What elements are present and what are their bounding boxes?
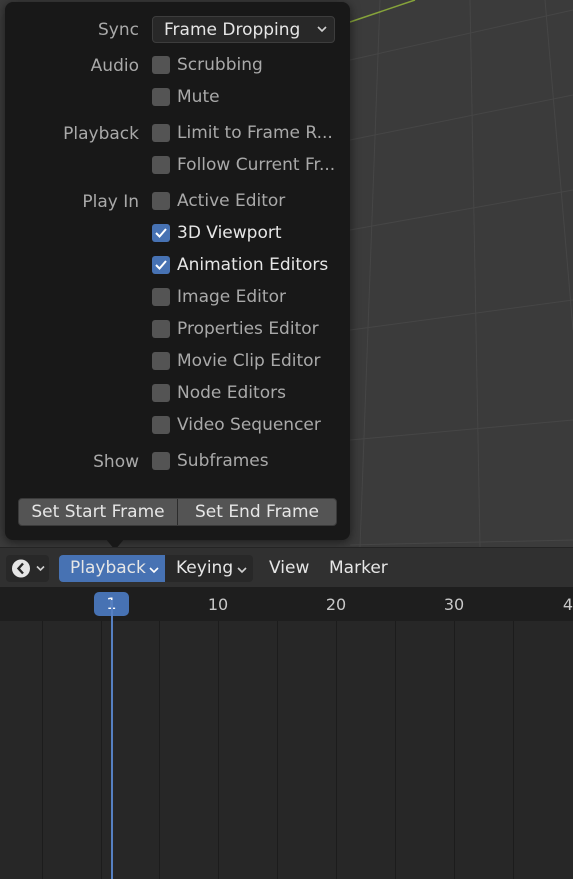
playback-menu[interactable]: Playback — [59, 555, 165, 582]
ruler-tick-label: 20 — [325, 595, 347, 614]
checkbox-label: Movie Clip Editor — [177, 351, 321, 371]
checkbox-label: Mute — [177, 87, 220, 107]
checkbox-box[interactable] — [152, 88, 170, 106]
checkbox-mute[interactable]: Mute — [152, 87, 342, 109]
checkbox-box[interactable] — [152, 192, 170, 210]
playback-menu-label: Playback — [70, 558, 146, 578]
editor-type-button[interactable] — [6, 555, 49, 582]
timeline-area[interactable] — [0, 621, 573, 879]
checkbox-box[interactable] — [152, 288, 170, 306]
frame-gridline — [159, 621, 160, 879]
checkbox-box[interactable] — [152, 452, 170, 470]
frame-gridline — [513, 621, 514, 879]
play-in-label: Play In — [82, 192, 139, 212]
ruler-tick-label: 4 — [562, 595, 573, 614]
sync-label: Sync — [98, 20, 139, 40]
chevron-down-icon — [237, 567, 247, 574]
checkbox-scrubbing[interactable]: Scrubbing — [152, 55, 342, 77]
checkbox-subframes[interactable]: Subframes — [152, 451, 342, 473]
frame-gridline — [101, 621, 102, 879]
show-label: Show — [93, 452, 139, 472]
checkbox-box[interactable] — [152, 256, 170, 274]
checkbox-label: Limit to Frame R... — [177, 123, 333, 143]
checkbox-box[interactable] — [152, 124, 170, 142]
checkbox-properties-editor[interactable]: Properties Editor — [152, 319, 342, 341]
playhead-line[interactable] — [111, 600, 113, 879]
frame-gridline — [218, 621, 219, 879]
checkbox-box[interactable] — [152, 416, 170, 434]
checkbox-label: Active Editor — [177, 191, 286, 211]
checkbox-3d-viewport[interactable]: 3D Viewport — [152, 223, 342, 245]
checkbox-video-sequencer[interactable]: Video Sequencer — [152, 415, 342, 437]
marker-menu[interactable]: Marker — [329, 555, 388, 582]
frame-ruler[interactable]: 10 20 30 4 1 — [0, 587, 573, 621]
keying-menu-label: Keying — [176, 558, 234, 578]
set-start-frame-button[interactable]: Set Start Frame — [19, 499, 177, 525]
ruler-tick-label: 30 — [443, 595, 465, 614]
ruler-tick-label: 10 — [207, 595, 229, 614]
frame-gridline — [42, 621, 43, 879]
checkbox-label: Scrubbing — [177, 55, 263, 75]
checkbox-image-editor[interactable]: Image Editor — [152, 287, 342, 309]
checkbox-box[interactable] — [152, 384, 170, 402]
x-axis-line — [349, 0, 416, 23]
frame-gridline — [395, 621, 396, 879]
checkbox-label: Image Editor — [177, 287, 286, 307]
clock-icon — [12, 559, 45, 578]
keying-menu[interactable]: Keying — [165, 555, 253, 582]
chevron-down-icon — [149, 567, 159, 574]
set-end-frame-button[interactable]: Set End Frame — [178, 499, 336, 525]
frame-gridline — [454, 621, 455, 879]
checkbox-movie-clip-editor[interactable]: Movie Clip Editor — [152, 351, 342, 373]
playback-label: Playback — [63, 124, 139, 144]
frame-gridline — [277, 621, 278, 879]
checkbox-label: Follow Current Fr... — [177, 155, 336, 175]
checkbox-follow-current-frame[interactable]: Follow Current Fr... — [152, 155, 342, 177]
checkmark-icon — [155, 228, 167, 238]
sync-dropdown[interactable]: Frame Dropping — [152, 16, 335, 43]
view-menu[interactable]: View — [269, 555, 309, 582]
frame-range-buttons: Set Start Frame Set End Frame — [18, 498, 337, 526]
checkbox-box[interactable] — [152, 352, 170, 370]
frame-gridline — [336, 621, 337, 879]
checkbox-label: 3D Viewport — [177, 223, 282, 243]
checkbox-node-editors[interactable]: Node Editors — [152, 383, 342, 405]
checkbox-label: Subframes — [177, 451, 269, 471]
sync-value: Frame Dropping — [164, 20, 301, 40]
chevron-down-icon — [317, 26, 327, 33]
checkbox-label: Node Editors — [177, 383, 286, 403]
checkbox-active-editor[interactable]: Active Editor — [152, 191, 342, 213]
checkmark-icon — [155, 260, 167, 270]
playback-popover: Sync Frame Dropping Audio Scrubbing Mute… — [5, 2, 350, 550]
checkbox-label: Animation Editors — [177, 255, 329, 275]
checkbox-box[interactable] — [152, 320, 170, 338]
checkbox-box[interactable] — [152, 156, 170, 174]
checkbox-label: Properties Editor — [177, 319, 319, 339]
checkbox-limit-frame-rate[interactable]: Limit to Frame R... — [152, 123, 342, 145]
checkbox-box[interactable] — [152, 224, 170, 242]
checkbox-label: Video Sequencer — [177, 415, 321, 435]
audio-label: Audio — [90, 56, 139, 76]
checkbox-animation-editors[interactable]: Animation Editors — [152, 255, 342, 277]
timeline-header: Playback Keying View Marker — [0, 547, 573, 588]
checkbox-box[interactable] — [152, 56, 170, 74]
